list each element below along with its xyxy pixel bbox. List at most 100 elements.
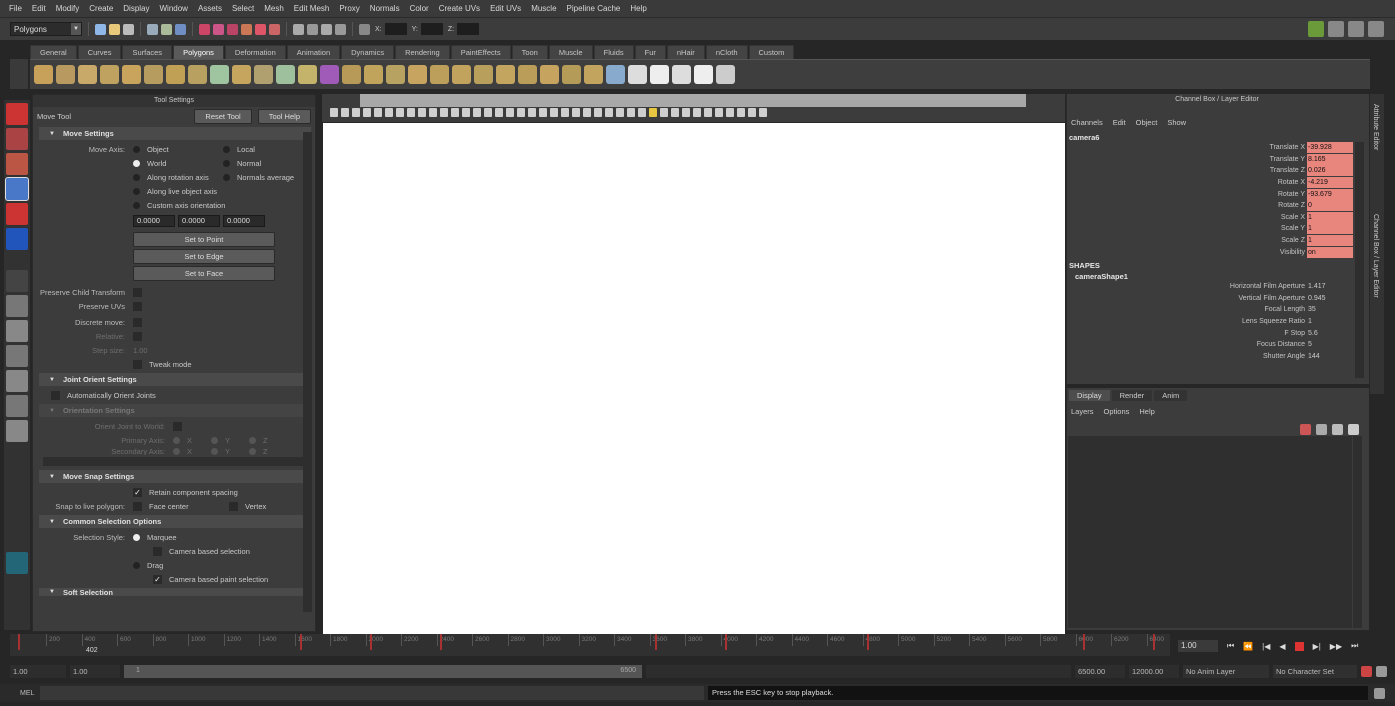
viewport-tool-1-icon[interactable] [330, 108, 338, 117]
axis-live-object-radio[interactable] [133, 187, 140, 195]
shelf-tab-dynamics[interactable]: Dynamics [341, 45, 395, 59]
select-tool-icon[interactable] [6, 103, 28, 125]
range-slider[interactable]: 1 6500 [124, 664, 642, 678]
attribute-value[interactable]: 5 [1307, 339, 1353, 350]
shelf-tab-custom[interactable]: Custom [748, 45, 795, 59]
step-back-key-icon[interactable]: ⏪ [1243, 642, 1253, 651]
axis-world-radio[interactable] [133, 159, 140, 167]
attribute-value[interactable]: 8.165 [1307, 153, 1353, 165]
select-object-icon[interactable] [161, 23, 172, 35]
viewport-tool-37-icon[interactable] [726, 108, 734, 117]
menu-select[interactable]: Select [227, 4, 259, 13]
menu-help[interactable]: Help [1139, 407, 1154, 416]
new-layer-icon[interactable] [1300, 424, 1311, 435]
select-curve-icon[interactable] [227, 23, 238, 35]
attribute-row[interactable]: Horizontal Film Aperture 1.417 [1067, 281, 1369, 293]
menu-edit[interactable]: Edit [27, 4, 51, 13]
primary-x-radio[interactable] [173, 436, 180, 444]
input-line-icon[interactable] [359, 23, 370, 35]
attribute-row[interactable]: Lens Squeeze Ratio 1 [1067, 316, 1369, 328]
shelf-tool-12-icon[interactable] [276, 65, 295, 84]
select-joint-icon[interactable] [213, 23, 224, 35]
shelf-tool-6-icon[interactable] [144, 65, 163, 84]
shelf-tab-toon[interactable]: Toon [511, 45, 548, 59]
preserve-uvs-checkbox[interactable] [133, 301, 142, 311]
axis-normals-average-radio[interactable] [223, 173, 230, 181]
viewport-tool-33-icon[interactable] [682, 108, 690, 117]
go-to-end-icon[interactable]: ⏭ [1351, 641, 1358, 651]
shelf-tool-20-icon[interactable] [452, 65, 471, 84]
y-field[interactable] [420, 23, 443, 35]
shelf-tab-fluids[interactable]: Fluids [593, 45, 634, 59]
viewport-tool-3-icon[interactable] [352, 108, 360, 117]
shelf-tool-25-icon[interactable] [562, 65, 581, 84]
shelf-tab-nhair[interactable]: nHair [666, 45, 705, 59]
shelf-tab-rendering[interactable]: Rendering [395, 45, 450, 59]
shelf-menu-handle[interactable] [10, 59, 28, 89]
attribute-value[interactable]: 0.945 [1307, 293, 1353, 304]
attribute-value[interactable]: 1 [1307, 316, 1353, 327]
viewport-tool-22-icon[interactable] [561, 108, 569, 117]
shelf-tool-15-icon[interactable] [342, 65, 361, 84]
orient-world-checkbox[interactable] [173, 421, 182, 431]
attribute-value[interactable]: 1 [1307, 223, 1353, 235]
attribute-value[interactable]: -4.219 [1307, 177, 1353, 189]
menu-proxy[interactable]: Proxy [334, 4, 364, 13]
attribute-row[interactable]: Translate Y 8.165 [1067, 153, 1369, 166]
attribute-value[interactable]: 144 [1307, 351, 1353, 361]
primary-y-radio[interactable] [211, 436, 218, 444]
section-move-settings[interactable]: ▼ Move Settings [39, 127, 311, 140]
menu-options[interactable]: Options [1104, 407, 1130, 416]
shelf-tool-3-icon[interactable] [78, 65, 97, 84]
move-tool-icon[interactable] [5, 177, 29, 201]
menu-display[interactable]: Display [118, 4, 154, 13]
attribute-value[interactable]: -39.928 [1307, 142, 1353, 154]
playback-end-field[interactable]: 6500.00 [1075, 664, 1125, 678]
retain-spacing-checkbox[interactable]: ✓ [133, 487, 142, 497]
mode-selector[interactable]: Polygons ▼ [10, 22, 82, 36]
step-forward-key-icon[interactable]: ▶▶ [1330, 642, 1342, 651]
menu-create-uvs[interactable]: Create UVs [434, 4, 485, 13]
shelf-tool-2-icon[interactable] [56, 65, 75, 84]
anim-layer-selector[interactable]: No Anim Layer [1183, 664, 1269, 678]
viewport-tool-8-icon[interactable] [407, 108, 415, 117]
menu-assets[interactable]: Assets [193, 4, 227, 13]
attribute-row[interactable]: F Stop 5.6 [1067, 327, 1369, 339]
menu-window[interactable]: Window [155, 4, 193, 13]
menu-object[interactable]: Object [1136, 118, 1158, 127]
rotate-tool-icon[interactable] [6, 203, 28, 225]
axis-x-field[interactable]: 0.0000 [133, 215, 175, 227]
auto-key-icon[interactable] [1361, 665, 1372, 677]
menu-channels[interactable]: Channels [1071, 118, 1103, 127]
channel-box-tab[interactable]: Channel Box / Layer Editor [1372, 210, 1379, 320]
viewport-tool-4-icon[interactable] [363, 108, 371, 117]
viewport-tool-40-icon[interactable] [759, 108, 767, 117]
shelf-tool-21-icon[interactable] [474, 65, 493, 84]
viewport-tool-20-icon[interactable] [539, 108, 547, 117]
attribute-value[interactable]: 0.026 [1307, 165, 1353, 177]
mel-label[interactable]: MEL [0, 690, 40, 697]
menu-modify[interactable]: Modify [51, 4, 85, 13]
new-scene-icon[interactable] [95, 23, 106, 35]
shelf-tool-7-icon[interactable] [166, 65, 185, 84]
shelf-tab-deformation[interactable]: Deformation [224, 45, 286, 59]
viewport-tool-31-icon[interactable] [660, 108, 668, 117]
shelf-tool-4-icon[interactable] [100, 65, 119, 84]
viewport-tool-12-icon[interactable] [451, 108, 459, 117]
tab-display[interactable]: Display [1069, 390, 1110, 401]
go-to-start-icon[interactable]: ⏮ [1227, 641, 1234, 651]
attribute-editor-toggle-icon[interactable] [1308, 21, 1324, 37]
viewport-tool-17-icon[interactable] [506, 108, 514, 117]
set-to-edge-button[interactable]: Set to Edge [133, 249, 275, 264]
vertex-checkbox[interactable] [229, 501, 238, 511]
shelf-tab-polygons[interactable]: Polygons [173, 45, 224, 59]
snap-view-icon[interactable] [335, 23, 346, 35]
object-name[interactable]: camera6 [1067, 133, 1369, 142]
viewport-tool-39-icon[interactable] [748, 108, 756, 117]
viewport-tool-25-icon[interactable] [594, 108, 602, 117]
attribute-value[interactable]: 5.6 [1307, 328, 1353, 339]
channel-box-scrollbar[interactable] [1355, 142, 1364, 378]
section-common-selection[interactable]: ▼ Common Selection Options [39, 515, 311, 528]
attribute-value[interactable]: 1 [1307, 235, 1353, 247]
menu-normals[interactable]: Normals [365, 4, 405, 13]
